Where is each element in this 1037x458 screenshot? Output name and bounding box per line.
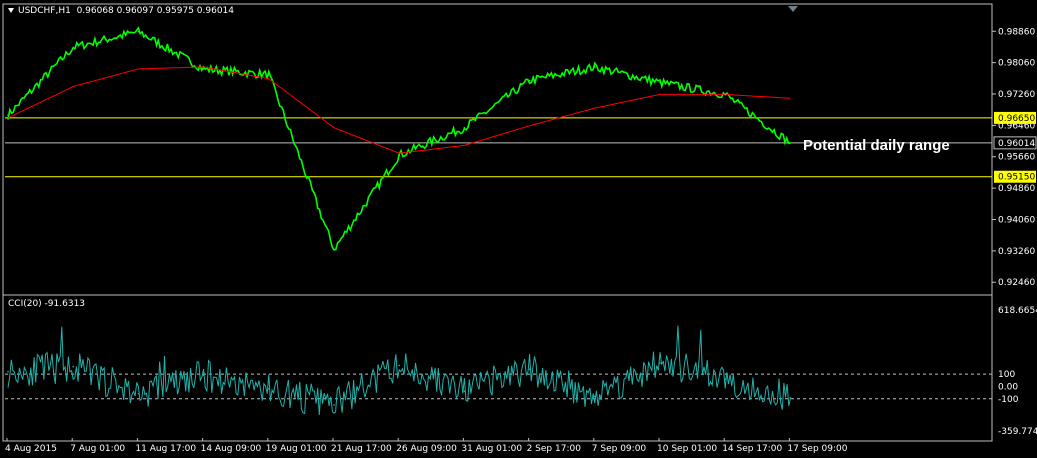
cci-tick-label-1: 100 (998, 370, 1015, 380)
price-chart: 0.988600.980600.972600.964600.956600.948… (2, 3, 1037, 454)
time-tick-label-8: 2 Sep 17:00 (527, 444, 582, 454)
price-point-8 (528, 79, 531, 82)
price-point-0 (7, 114, 9, 116)
price-point-5 (333, 248, 335, 251)
price-tick-label-0: 0.98860 (998, 27, 1035, 37)
cci-point-5 (333, 404, 335, 406)
time-tick-label-6: 26 Aug 09:00 (396, 444, 457, 454)
time-tick-label-7: 31 Aug 01:00 (461, 444, 522, 454)
price-label-2: 0.95150 (998, 173, 1035, 183)
time-tick-label-4: 19 Aug 01:00 (266, 444, 327, 454)
chart-shift-marker[interactable] (788, 6, 798, 12)
price-axis: 0.988600.980600.972600.964600.956600.948… (992, 27, 1037, 288)
cci-point-11 (724, 378, 726, 380)
time-tick-label-5: 21 Aug 17:00 (331, 444, 392, 454)
cci-tick-label-2: 0.00 (998, 382, 1018, 392)
cci-point-1 (72, 365, 74, 368)
price-tick-label-5: 0.94860 (998, 184, 1035, 194)
time-axis: 4 Aug 2015 7 Aug 01:00 11 Aug 17:00 14 Aug … (5, 438, 848, 454)
dropdown-arrow-icon[interactable] (8, 8, 14, 13)
time-tick-label-11: 14 Sep 17:00 (722, 444, 782, 454)
price-point-4 (268, 73, 270, 76)
cci-point-6 (398, 364, 401, 367)
cci-tick-label-3: -100 (998, 395, 1019, 405)
cci-point-3 (202, 374, 205, 377)
price-point-9 (594, 66, 596, 68)
cci-point-2 (137, 393, 140, 395)
cci-point-9 (594, 395, 596, 398)
price-label-0: 0.96650 (998, 114, 1035, 124)
price-tick-label-1: 0.98060 (998, 59, 1035, 69)
cci-axis: 618.6654 100 0.00 -100 -359.7749 (998, 306, 1037, 437)
price-point-11 (724, 93, 726, 96)
price-series-line (7, 26, 791, 251)
cci-tick-label-0: 618.6654 (998, 306, 1037, 316)
time-tick-label-9: 7 Sep 09:00 (592, 444, 647, 454)
cci-series-line (7, 325, 791, 416)
price-point-10 (659, 81, 661, 84)
price-point-3 (202, 68, 205, 70)
cci-tick-label-4: -359.7749 (998, 427, 1037, 437)
range-annotation: Potential daily range (803, 137, 950, 154)
price-point-6 (398, 154, 401, 156)
time-tick-label-12: 17 Sep 09:00 (787, 444, 847, 454)
price-tick-label-7: 0.93260 (998, 247, 1035, 257)
cci-point-8 (528, 368, 531, 370)
price-tick-label-4: 0.95660 (998, 153, 1035, 163)
cci-point-0 (7, 370, 9, 373)
price-point-12 (789, 142, 792, 144)
cci-pane (5, 325, 992, 416)
price-tick-label-6: 0.94060 (998, 215, 1035, 225)
time-tick-label-10: 10 Sep 01:00 (657, 444, 717, 454)
cci-point-4 (268, 388, 270, 390)
cci-label: CCI(20) -91.6313 (8, 299, 86, 309)
moving-average-line (7, 66, 791, 154)
symbol-header: USDCHF,H1 0.96068 0.96097 0.95975 0.9601… (8, 6, 234, 16)
chart-frame (2, 3, 993, 442)
price-tick-label-8: 0.92460 (998, 278, 1035, 288)
time-tick-label-3: 14 Aug 09:00 (201, 444, 262, 454)
price-point-2 (137, 30, 140, 33)
symbol-label: USDCHF,H1 (18, 6, 71, 16)
cci-point-7 (463, 390, 466, 393)
price-point-7 (463, 126, 466, 129)
time-tick-label-0: 4 Aug 2015 (5, 444, 57, 454)
price-label-1: 0.96014 (998, 139, 1035, 149)
price-point-1 (72, 46, 74, 49)
price-tick-label-2: 0.97260 (998, 90, 1035, 100)
cci-point-10 (659, 362, 661, 364)
time-tick-label-1: 7 Aug 01:00 (70, 444, 125, 454)
ohlc-values: 0.96068 0.96097 0.95975 0.96014 (76, 6, 235, 16)
cci-point-12 (789, 396, 792, 399)
time-tick-label-2: 11 Aug 17:00 (135, 444, 196, 454)
